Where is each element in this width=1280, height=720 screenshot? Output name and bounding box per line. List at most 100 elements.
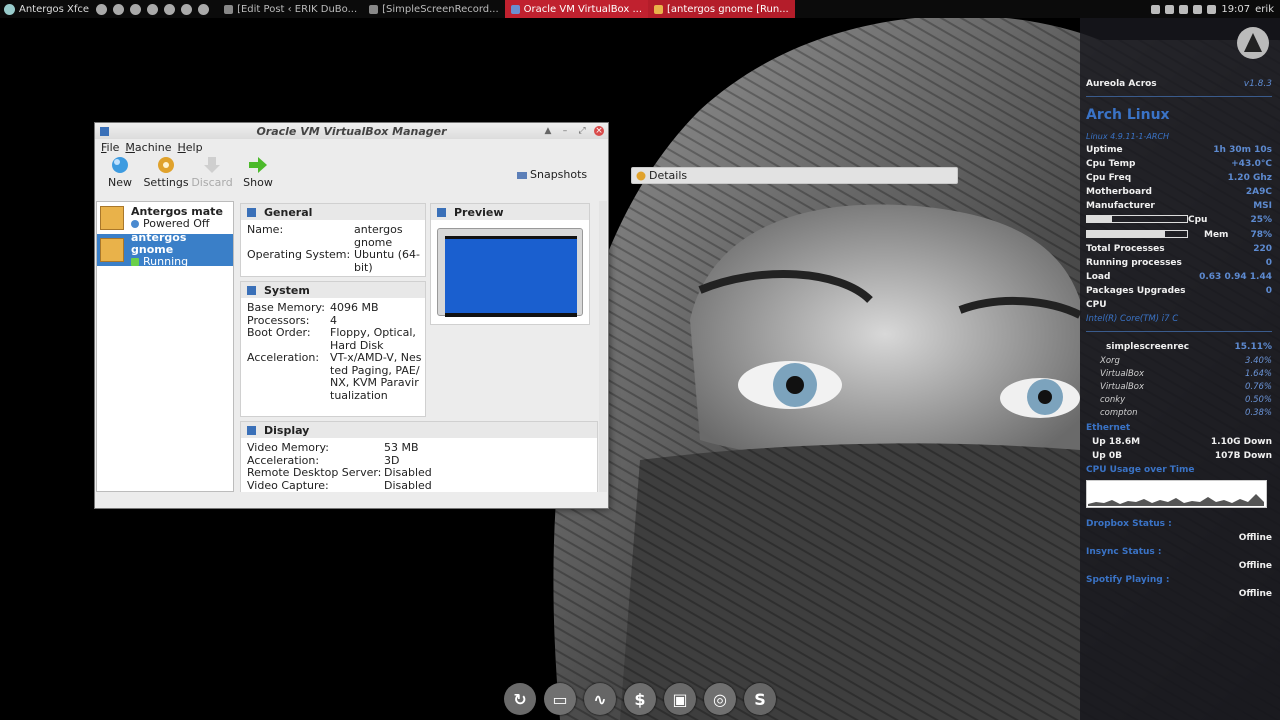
top-panel: Antergos Xfce [Edit Post ‹ ERIK DuBo... …	[0, 0, 1280, 18]
vm-list: Antergos mate Powered Off antergos gnome…	[96, 201, 234, 492]
display-icon	[247, 425, 256, 435]
display-row: Video Memory: 53 MB	[241, 441, 597, 455]
process-value: 3.40%	[1244, 356, 1272, 366]
process-name: conky	[1100, 395, 1126, 405]
task-simplescreenrecorder[interactable]: [SimpleScreenRecord...	[363, 0, 505, 18]
preview-panel: Preview	[430, 203, 590, 325]
show-button[interactable]: Show	[235, 156, 281, 189]
display-header[interactable]: Display	[241, 422, 597, 438]
task-antergos-gnome[interactable]: [antergos gnome [Run...	[648, 0, 795, 18]
conky-row: Load 0.63 0.94 1.44	[1086, 272, 1272, 282]
close-icon[interactable]: ×	[594, 126, 604, 136]
conky-widget: Aureola Acros v1.8.3 Arch Linux Linux 4.9…	[1080, 18, 1280, 720]
display-key: Video Capture:	[247, 478, 329, 492]
clock[interactable]: 19:07	[1221, 4, 1250, 15]
camera-icon[interactable]	[1179, 4, 1189, 14]
launcher-icon[interactable]	[181, 3, 193, 15]
skype-icon[interactable]: S	[744, 683, 776, 715]
row-key: Packages Upgrades	[1086, 286, 1186, 296]
conky-row: Packages Upgrades 0	[1086, 286, 1272, 296]
separator	[1086, 96, 1272, 97]
net-down: 1.10G Down	[1210, 437, 1272, 447]
window-titlebar[interactable]: Oracle VM VirtualBox Manager ▲ – ⤢ ×	[95, 123, 608, 139]
process-row: compton 0.38%	[1100, 408, 1272, 418]
display-row: Video Capture: Disabled	[241, 478, 597, 493]
waveform-icon[interactable]: ∿	[584, 683, 616, 715]
row-value: +43.0°C	[1231, 159, 1272, 169]
preview-icon	[437, 207, 446, 217]
system-key: Acceleration:	[247, 351, 320, 364]
maximize-icon[interactable]: ⤢	[577, 126, 587, 136]
system-icon	[247, 285, 256, 295]
volume-icon[interactable]	[1207, 4, 1217, 14]
shade-icon[interactable]: ▲	[543, 126, 553, 136]
snapshots-camera-icon	[517, 171, 527, 179]
ethernet-label: Ethernet	[1086, 423, 1131, 433]
user-name[interactable]: erik	[1255, 4, 1274, 15]
refresh-icon[interactable]: ↻	[504, 683, 536, 715]
row-value: MSI	[1253, 201, 1272, 211]
powered-off-icon	[131, 220, 139, 228]
launcher-icon[interactable]	[164, 3, 176, 15]
net-down: 107B Down	[1214, 451, 1272, 461]
spotify-label: Spotify Playing :	[1086, 575, 1170, 585]
system-tray: 19:07 erik	[1151, 4, 1280, 15]
launcher-icon[interactable]	[130, 3, 142, 15]
files-icon[interactable]: ▭	[544, 683, 576, 715]
process-value: 1.64%	[1244, 369, 1272, 379]
separator	[1086, 331, 1272, 332]
vm-os-icon	[100, 238, 124, 262]
system-value: Floppy, Optical, Hard Disk	[330, 326, 416, 352]
launcher-icon[interactable]	[113, 3, 125, 15]
network-icon[interactable]	[1151, 4, 1161, 14]
menu-machine[interactable]: Machine	[122, 141, 174, 154]
new-button[interactable]: New	[97, 156, 143, 189]
general-header[interactable]: General	[241, 204, 425, 220]
cpu-model: Intel(R) Core(TM) i7 C	[1086, 314, 1179, 324]
system-key: Base Memory:	[247, 301, 325, 314]
vm-item-antergos-gnome[interactable]: antergos gnome Running	[97, 232, 233, 268]
launcher-icon[interactable]	[147, 3, 159, 15]
insync-value: Offline	[1238, 561, 1272, 571]
launcher-icon[interactable]	[96, 3, 108, 15]
vm-os-icon	[100, 206, 124, 230]
vm-item-antergos-mate[interactable]: Antergos mate Powered Off	[97, 202, 233, 234]
system-header[interactable]: System	[241, 282, 425, 298]
snapshots-toggle[interactable]: Snapshots	[513, 167, 591, 182]
menu-help[interactable]: Help	[174, 141, 205, 154]
dropbox-value: Offline	[1238, 533, 1272, 543]
discard-button[interactable]: Discard	[189, 156, 235, 189]
conky-row: Uptime 1h 30m 10s	[1086, 145, 1272, 155]
details-toggle[interactable]: Details	[631, 167, 958, 184]
menu-file[interactable]: File	[98, 141, 122, 154]
settings-gear-icon[interactable]	[1165, 4, 1175, 14]
cpu-usage-fill	[1087, 216, 1112, 222]
cpu-bar-value: 25%	[1250, 215, 1272, 225]
row-value: 0	[1265, 286, 1272, 296]
general-icon	[247, 207, 256, 217]
screenshot-icon[interactable]: ◎	[704, 683, 736, 715]
image-viewer-icon[interactable]: ▣	[664, 683, 696, 715]
browser-icon	[224, 4, 234, 14]
task-edit-post[interactable]: [Edit Post ‹ ERIK DuBo...	[218, 0, 363, 18]
top-process-name: simplescreenrec	[1106, 342, 1190, 352]
process-value: 0.76%	[1244, 382, 1272, 392]
discard-arrow-icon	[204, 157, 220, 173]
screen-icon[interactable]	[1193, 4, 1203, 14]
task-virtualbox-manager[interactable]: Oracle VM VirtualBox ...	[504, 0, 649, 18]
preview-header[interactable]: Preview	[431, 204, 589, 220]
cpu-label-row: CPU	[1086, 300, 1272, 310]
conky-row: Motherboard 2A9C	[1086, 187, 1272, 197]
net-row: Up 18.6M 1.10G Down	[1092, 437, 1272, 447]
launcher-icon[interactable]	[198, 3, 210, 15]
applications-menu[interactable]: Antergos Xfce	[0, 0, 93, 18]
conky-row: Manufacturer MSI	[1086, 201, 1272, 211]
details-scrollbar[interactable]	[599, 201, 607, 492]
minimize-icon[interactable]: –	[560, 126, 570, 136]
dock: ↻ ▭ ∿ $ ▣ ◎ S	[500, 678, 780, 720]
recorder-icon	[369, 4, 379, 14]
display-value: Disabled	[384, 478, 432, 492]
dollar-icon[interactable]: $	[624, 683, 656, 715]
settings-button[interactable]: Settings	[143, 156, 189, 189]
vm-state: Running	[131, 256, 230, 268]
